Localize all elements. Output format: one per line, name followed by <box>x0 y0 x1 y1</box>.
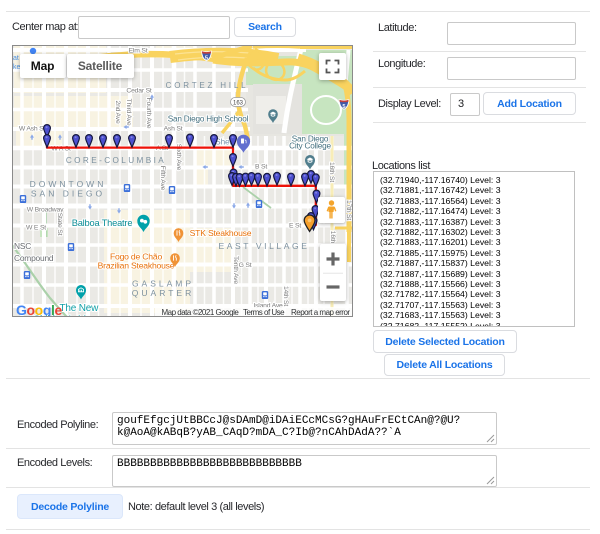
svg-text:17th St: 17th St <box>345 200 352 220</box>
svg-text:Fourth Ave: Fourth Ave <box>145 98 152 129</box>
svg-text:CORTEZ HILL: CORTEZ HILL <box>166 81 249 90</box>
svg-text:16th: 16th <box>329 231 336 244</box>
svg-text:CORE-COLUMBIA: CORE-COLUMBIA <box>66 156 166 165</box>
svg-text:Ash St: Ash St <box>164 126 183 133</box>
svg-text:E St: E St <box>289 223 301 230</box>
svg-text:Balboa Theatre: Balboa Theatre <box>72 218 133 228</box>
svg-text:GASLAMP: GASLAMP <box>132 279 194 289</box>
svg-text:at: at <box>13 55 19 62</box>
svg-text:EAST VILLAGE: EAST VILLAGE <box>218 241 309 251</box>
svg-text:NSC: NSC <box>14 241 31 251</box>
svg-text:Fifth Ave: Fifth Ave <box>159 166 166 191</box>
svg-text:City College: City College <box>289 142 331 151</box>
svg-text:SAN DIEGO: SAN DIEGO <box>31 189 105 199</box>
svg-text:163: 163 <box>233 100 244 106</box>
svg-text:B St: B St <box>255 164 267 171</box>
svg-text:G St: G St <box>239 262 252 269</box>
svg-text:W E St: W E St <box>26 225 46 232</box>
svg-text:Compound: Compound <box>14 253 54 263</box>
svg-text:2nd Ave: 2nd Ave <box>114 100 121 123</box>
svg-text:16th St: 16th St <box>328 162 335 182</box>
svg-text:The New: The New <box>60 303 100 314</box>
svg-text:San Diego High School: San Diego High School <box>168 115 249 124</box>
svg-text:State St: State St <box>56 213 63 236</box>
svg-text:14th St: 14th St <box>282 286 289 306</box>
svg-text:QUARTER: QUARTER <box>132 288 194 298</box>
svg-text:DOWNTOWN: DOWNTOWN <box>30 179 107 189</box>
svg-text:Brazilian Steakhouse: Brazilian Steakhouse <box>98 261 175 271</box>
svg-text:Tenth Ave: Tenth Ave <box>232 256 239 284</box>
svg-text:Third Ave: Third Ave <box>125 99 132 126</box>
svg-text:Cedar St: Cedar St <box>126 88 152 95</box>
svg-text:W Ash St: W Ash St <box>19 126 46 133</box>
svg-text:STK Steakhouse: STK Steakhouse <box>190 228 252 238</box>
